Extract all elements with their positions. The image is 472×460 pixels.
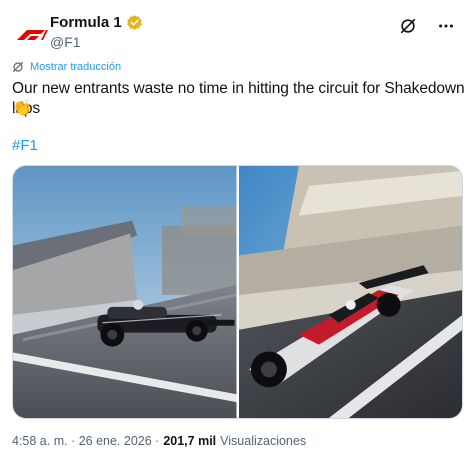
tweet: Formula 1 @F1 Mostrar traducción Our new…	[0, 0, 472, 460]
verified-badge-icon[interactable]	[126, 14, 143, 31]
tweet-top-actions	[398, 16, 456, 36]
grok-translate-icon	[12, 61, 24, 73]
avatar[interactable]	[12, 14, 52, 54]
more-icon[interactable]	[436, 16, 456, 36]
grok-icon[interactable]	[398, 16, 418, 36]
hashtag-link[interactable]: #F1	[12, 137, 38, 154]
timestamp-link[interactable]: 4:58 a. m. · 26 ene. 2026 ·	[12, 434, 159, 448]
show-translation-label: Mostrar traducción	[30, 61, 122, 73]
views-count: 201,7 mil	[163, 434, 217, 448]
author-display-name[interactable]: Formula 1	[50, 14, 122, 31]
show-translation-link[interactable]: Mostrar traducción	[12, 61, 121, 73]
tweet-text: Our new entrants waste no time in hittin…	[12, 80, 465, 117]
media-grid	[12, 165, 463, 419]
media-photo-2[interactable]	[238, 166, 462, 418]
author-handle[interactable]: @F1	[50, 34, 81, 50]
clapping-hands-emoji: 👏	[12, 100, 32, 117]
tweet-meta: 4:58 a. m. · 26 ene. 2026 · 201,7 mil Vi…	[12, 434, 306, 448]
media-photo-1[interactable]	[13, 166, 237, 418]
views-label: Visualizaciones	[220, 434, 307, 448]
author-name-row: Formula 1	[50, 14, 143, 31]
f1-logo-icon	[17, 30, 48, 40]
